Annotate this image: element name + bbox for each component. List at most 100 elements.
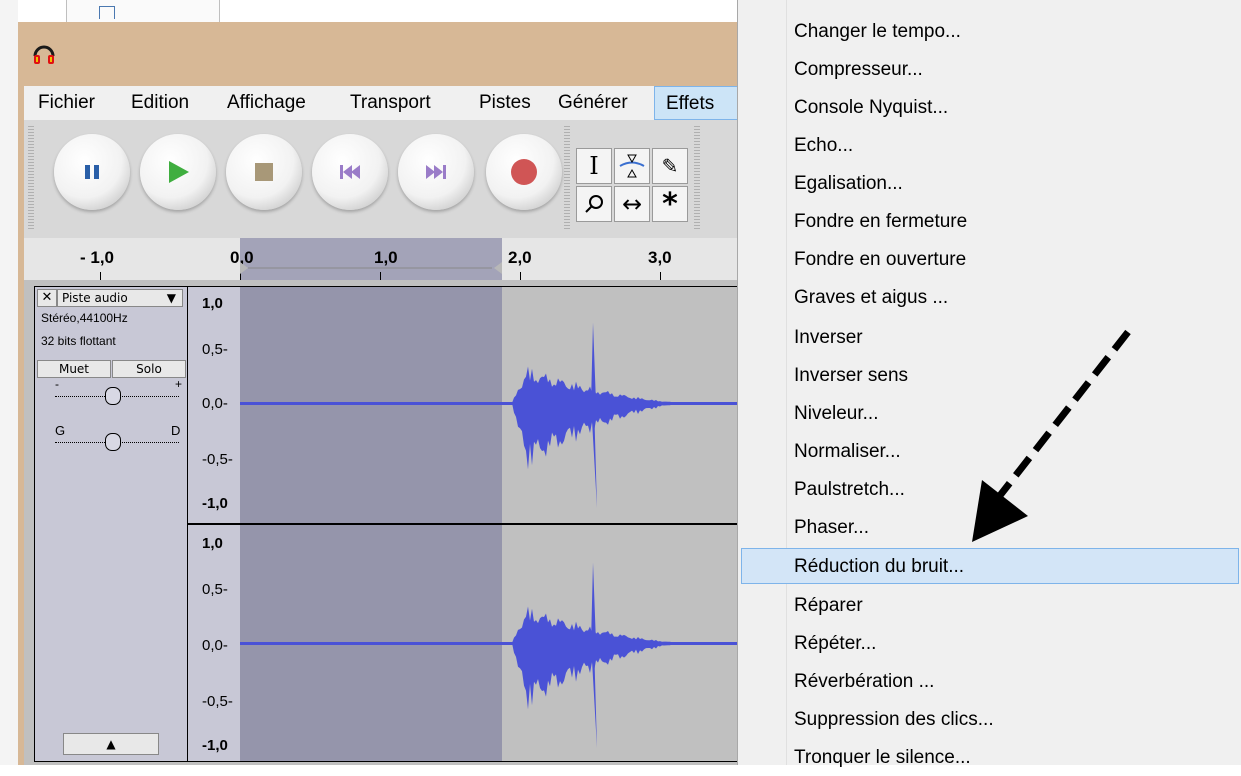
- y-label: 0,5-: [202, 581, 228, 598]
- toolbar-grip[interactable]: [28, 126, 34, 230]
- menu-item[interactable]: Echo...: [741, 128, 1239, 164]
- track-bit-depth: 32 bits flottant: [41, 334, 116, 348]
- audacity-window: Fichier Edition Affichage Transport Pist…: [18, 22, 740, 765]
- multi-tool-icon: *: [662, 186, 678, 222]
- ruler-tick: [100, 272, 101, 280]
- gain-slider-thumb[interactable]: [105, 387, 121, 405]
- menu-item[interactable]: Réverbération ...: [741, 664, 1239, 700]
- pan-slider-thumb[interactable]: [105, 433, 121, 451]
- menu-item[interactable]: Réparer: [741, 588, 1239, 624]
- collapse-track-button[interactable]: ▲: [63, 733, 159, 755]
- play-region-handles[interactable]: [240, 258, 510, 278]
- transport-toolbar: I ✎ ↔ *: [24, 120, 740, 238]
- menu-item[interactable]: Graves et aigus ...: [741, 280, 1239, 316]
- pan-right-label: D: [171, 423, 181, 438]
- play-button[interactable]: [140, 134, 216, 210]
- desktop-background: [0, 0, 18, 765]
- y-label: -1,0: [202, 737, 228, 754]
- waveform-area[interactable]: [240, 286, 740, 762]
- meter-toolbar-edge: [710, 126, 740, 230]
- multi-tool-button[interactable]: *: [652, 186, 688, 222]
- track-format: Stéréo,44100Hz: [41, 311, 128, 325]
- solo-button[interactable]: Solo: [112, 360, 186, 378]
- y-label: 0,5-: [202, 341, 228, 358]
- tracks-area: ✕ Piste audio ▼ Stéréo,44100Hz 32 bits f…: [24, 280, 740, 765]
- skip-to-start-button[interactable]: [312, 134, 388, 210]
- gain-minus-label: -: [55, 377, 59, 391]
- track-name: Piste audio: [62, 291, 128, 305]
- menu-transport[interactable]: Transport: [350, 86, 431, 120]
- waveform-burst: [512, 606, 690, 710]
- timeshift-tool-button[interactable]: ↔: [614, 186, 650, 222]
- y-label: -0,5-: [202, 451, 233, 468]
- pause-button[interactable]: [54, 134, 130, 210]
- gain-plus-label: +: [175, 377, 183, 391]
- ruler-tick: [660, 272, 661, 280]
- y-label: -1,0: [202, 495, 228, 512]
- pause-icon: [54, 134, 130, 210]
- y-label: 1,0: [202, 535, 223, 552]
- record-button[interactable]: [486, 134, 562, 210]
- draw-tool-button[interactable]: ✎: [652, 148, 688, 184]
- menu-item[interactable]: Changer le tempo...: [741, 14, 1239, 50]
- selection-tool-icon: I: [589, 152, 599, 180]
- y-label: 0,0-: [202, 395, 228, 412]
- ruler-label: 3,0: [648, 248, 672, 267]
- menu-edition[interactable]: Edition: [131, 86, 189, 120]
- ruler-label: 2,0: [508, 248, 532, 267]
- menu-fichier[interactable]: Fichier: [38, 86, 95, 120]
- menu-item[interactable]: Fondre en ouverture: [741, 242, 1239, 278]
- audacity-headphones-icon: [33, 45, 55, 64]
- menu-item[interactable]: Fondre en fermeture: [741, 204, 1239, 240]
- record-icon: [486, 134, 562, 210]
- channel-separator: [188, 523, 240, 525]
- mute-button[interactable]: Muet: [37, 360, 111, 378]
- zoom-tool-button[interactable]: [576, 186, 612, 222]
- meter-grip[interactable]: [694, 126, 700, 230]
- waveform-burst: [512, 366, 690, 470]
- stop-icon: [226, 134, 302, 210]
- menu-effets[interactable]: Effets: [654, 86, 738, 120]
- menu-item[interactable]: Compresseur...: [741, 52, 1239, 88]
- ruler-label: - 1,0: [80, 248, 115, 267]
- y-label: -0,5-: [202, 693, 233, 710]
- zoom-tool-icon: [585, 195, 603, 213]
- skip-end-icon: [398, 134, 474, 210]
- pan-left-label: G: [55, 423, 66, 438]
- timeline-ruler[interactable]: - 1,0 0,0 1,0 2,0 3,0: [24, 238, 740, 280]
- selection-tool-button[interactable]: I: [576, 148, 612, 184]
- ruler-tick: [520, 272, 521, 280]
- dashed-pointer-arrow-icon: [972, 329, 1131, 542]
- menu-item[interactable]: Répéter...: [741, 626, 1239, 662]
- waveform-graphic: [240, 322, 740, 748]
- skip-start-icon: [312, 134, 388, 210]
- envelope-tool-icon: [619, 154, 645, 178]
- menu-generer[interactable]: Générer: [558, 86, 628, 120]
- background-window-tab: [66, 0, 220, 22]
- y-label: 0,0-: [202, 637, 228, 654]
- timeshift-tool-icon: ↔: [621, 190, 643, 218]
- window-icon: [99, 6, 115, 19]
- vertical-ruler: 1,0 0,5- 0,0- -0,5- -1,0 1,0 0,5- 0,0- -…: [188, 286, 240, 762]
- menu-bar: Fichier Edition Affichage Transport Pist…: [24, 86, 740, 120]
- tools-grip[interactable]: [564, 126, 570, 230]
- y-label: 1,0: [202, 295, 223, 312]
- stop-button[interactable]: [226, 134, 302, 210]
- menu-item[interactable]: Suppression des clics...: [741, 702, 1239, 738]
- skip-to-end-button[interactable]: [398, 134, 474, 210]
- menu-item[interactable]: Console Nyquist...: [741, 90, 1239, 126]
- menu-item-noise-reduction[interactable]: Réduction du bruit...: [741, 548, 1239, 584]
- track-name-menu[interactable]: Piste audio ▼: [57, 289, 183, 307]
- track-control-panel: ✕ Piste audio ▼ Stéréo,44100Hz 32 bits f…: [34, 286, 188, 762]
- menu-affichage[interactable]: Affichage: [227, 86, 306, 120]
- draw-tool-icon: ✎: [661, 154, 679, 178]
- envelope-tool-button[interactable]: [614, 148, 650, 184]
- play-icon: [140, 134, 216, 210]
- menu-item[interactable]: Tronquer le silence...: [741, 740, 1239, 776]
- desktop-window-strip: [18, 0, 738, 22]
- menu-item[interactable]: Egalisation...: [741, 166, 1239, 202]
- dropdown-icon: ▼: [166, 291, 176, 305]
- menu-pistes[interactable]: Pistes: [479, 86, 531, 120]
- close-track-button[interactable]: ✕: [37, 289, 57, 307]
- title-bar: [18, 22, 740, 86]
